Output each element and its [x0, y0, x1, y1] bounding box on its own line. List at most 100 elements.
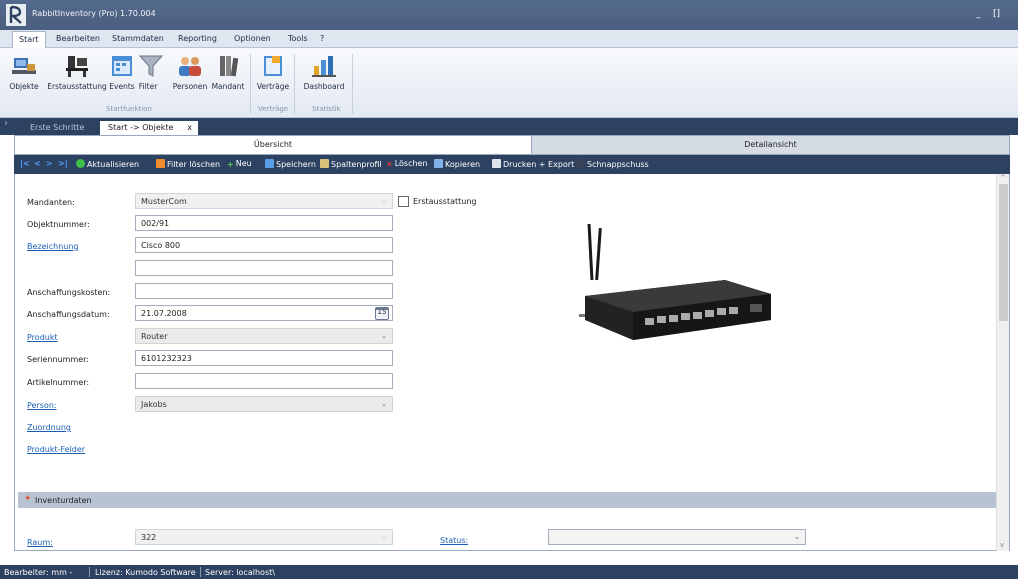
seriennummer-input[interactable]: 6101232323 — [135, 350, 393, 366]
copy-label: Kopieren — [445, 160, 481, 169]
menu-help[interactable]: ? — [320, 34, 324, 43]
person-link[interactable]: Person: — [27, 401, 57, 410]
calendar-events-icon — [112, 56, 132, 76]
close-tab-icon[interactable]: x — [187, 123, 192, 132]
status-bearbeiter: Bearbeiter: mm - — [4, 568, 73, 577]
app-logo-icon — [6, 4, 26, 26]
status-separator — [200, 567, 201, 577]
status-bar: Bearbeiter: mm - Lizenz: Kumodo Software… — [0, 565, 1018, 579]
new-button[interactable]: + Neu — [227, 159, 252, 169]
clear-filter-label: Filter löschen — [167, 160, 221, 169]
produkt-felder-link[interactable]: Produkt-Felder — [27, 445, 85, 454]
artikelnummer-input[interactable] — [135, 373, 393, 389]
ribbon: Objekte Erstausstattung Events Filter Pe… — [0, 48, 1018, 118]
personen-button[interactable]: Personen — [172, 54, 208, 91]
vertraege-button[interactable]: Verträge — [256, 54, 290, 91]
objektnummer-label: Objektnummer: — [27, 220, 90, 229]
erstausstattung-checkbox[interactable] — [398, 196, 409, 207]
chevron-right-icon[interactable]: › — [4, 118, 8, 129]
print-export-label: Drucken + Export — [503, 160, 575, 169]
menu-tools[interactable]: Tools — [288, 34, 308, 43]
save-icon — [265, 159, 274, 168]
scroll-up-icon[interactable]: ^ — [1000, 174, 1006, 182]
vertical-scrollbar[interactable]: ^ v — [996, 174, 1009, 551]
view-tabs: Übersicht Detailansicht — [14, 135, 1010, 155]
objekte-button[interactable]: Objekte — [2, 54, 46, 91]
last-record-button[interactable]: >| — [58, 159, 68, 168]
ribbon-separator — [250, 54, 251, 114]
objects-icon — [12, 58, 36, 74]
chevron-down-icon: ⌄ — [381, 533, 387, 541]
erstausstattung-label: Erstausstattung — [413, 197, 477, 206]
seriennummer-label: Seriennummer: — [27, 355, 89, 364]
clear-filter-button[interactable]: Filter löschen — [156, 159, 220, 169]
status-separator — [89, 567, 90, 577]
new-label: Neu — [235, 159, 252, 168]
anschaffungsdatum-input[interactable]: 21.07.2008 15 — [135, 305, 393, 321]
mandanten-value: MusterCom — [141, 197, 187, 206]
scroll-down-icon[interactable]: v — [1000, 541, 1004, 549]
menu-optionen[interactable]: Optionen — [234, 34, 271, 43]
tab-detailansicht[interactable]: Detailansicht — [531, 136, 1009, 154]
refresh-button[interactable]: Aktualisieren — [76, 159, 139, 169]
first-record-button[interactable]: |< — [20, 159, 30, 168]
document-tab-bar: › Erste Schritte Start -> Objekte x — [0, 118, 1018, 135]
anschaffungsdatum-value: 21.07.2008 — [141, 309, 187, 318]
maximize-button[interactable]: [] — [993, 9, 1000, 19]
raum-select[interactable]: 322 ⌄ — [135, 529, 393, 545]
mandant-button[interactable]: Mandant — [210, 54, 246, 91]
status-select[interactable]: ⌄ — [548, 529, 806, 545]
delete-label: Löschen — [394, 159, 428, 168]
mandanten-label: Mandanten: — [27, 198, 75, 207]
erstausstattung-label: Erstausstattung — [47, 82, 107, 91]
vertraege-label: Verträge — [256, 82, 290, 91]
calendar-icon[interactable]: 15 — [375, 307, 389, 320]
personen-label: Personen — [172, 82, 208, 91]
contract-icon — [264, 56, 282, 76]
save-button[interactable]: Speichern — [265, 159, 316, 169]
filter-button[interactable]: Filter — [138, 54, 164, 91]
tab-start-objekte-label: Start -> Objekte — [108, 123, 174, 132]
bezeichnung-link[interactable]: Bezeichnung — [27, 242, 79, 251]
person-value: Jakobs — [141, 400, 167, 409]
produkt-link[interactable]: Produkt — [27, 333, 58, 342]
bezeichnung-input-2[interactable] — [135, 260, 393, 276]
clear-filter-icon — [156, 159, 165, 168]
menu-start[interactable]: Start — [12, 31, 46, 49]
anschaffungskosten-input[interactable] — [135, 283, 393, 299]
column-profile-button[interactable]: Spaltenprofil — [320, 159, 382, 169]
next-record-button[interactable]: > — [46, 159, 53, 168]
zuordnung-link[interactable]: Zuordnung — [27, 423, 71, 432]
bezeichnung-input[interactable]: Cisco 800 — [135, 237, 393, 253]
produkt-select[interactable]: Router ⌄ — [135, 328, 393, 344]
raum-link[interactable]: Raum: — [27, 538, 53, 547]
prev-record-button[interactable]: < — [34, 159, 41, 168]
menu-reporting[interactable]: Reporting — [178, 34, 217, 43]
status-link[interactable]: Status: — [440, 536, 468, 545]
erstausstattung-button[interactable]: Erstausstattung — [46, 54, 108, 91]
scrollbar-thumb[interactable] — [999, 184, 1008, 321]
record-toolbar: |< < > >| Aktualisieren Filter löschen +… — [14, 155, 1010, 174]
menu-bearbeiten[interactable]: Bearbeiten — [56, 34, 100, 43]
funnel-icon — [138, 55, 164, 77]
inventurdaten-header[interactable]: ✦ Inventurdaten — [18, 492, 998, 508]
minimize-button[interactable]: _ — [976, 9, 981, 19]
person-select[interactable]: Jakobs ⌄ — [135, 396, 393, 412]
objektnummer-input[interactable]: 002/91 — [135, 215, 393, 231]
print-export-button[interactable]: Drucken + Export — [492, 159, 574, 169]
dashboard-button[interactable]: Dashboard — [300, 54, 348, 91]
tab-start-objekte[interactable]: Start -> Objekte x — [100, 121, 198, 135]
window-title: RabbitInventory (Pro) 1.70.004 — [32, 9, 156, 18]
menu-stammdaten[interactable]: Stammdaten — [112, 34, 164, 43]
refresh-label: Aktualisieren — [87, 160, 140, 169]
dashboard-label: Dashboard — [303, 82, 345, 91]
tab-uebersicht[interactable]: Übersicht — [15, 136, 531, 154]
objekte-label: Objekte — [9, 82, 39, 91]
snapshot-button[interactable]: Schnappschuss — [576, 159, 649, 169]
events-button[interactable]: Events — [108, 54, 136, 91]
copy-button[interactable]: Kopieren — [434, 159, 480, 169]
delete-button[interactable]: ✕ Löschen — [386, 159, 428, 169]
mandanten-select[interactable]: MusterCom ⌄ — [135, 193, 393, 209]
status-server: Server: localhost\ — [205, 568, 275, 577]
tab-erste-schritte[interactable]: Erste Schritte — [22, 121, 92, 135]
